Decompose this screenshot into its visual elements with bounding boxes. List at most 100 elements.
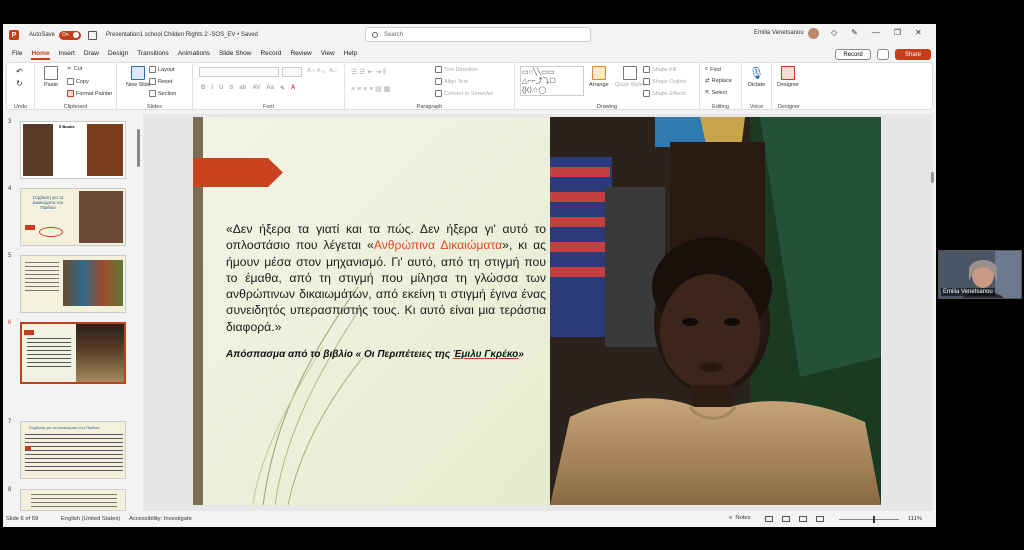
arrange-button[interactable]: Arrange (589, 66, 609, 88)
zoom-level[interactable]: 111% (908, 516, 922, 522)
ribbon-group-voice: 🎙 Dictate Voice (742, 63, 772, 111)
language-indicator[interactable]: English (United States) (61, 516, 120, 522)
tab-view[interactable]: View (321, 46, 335, 61)
slide-quote-text[interactable]: «Δεν ήξερα τα γιατί και τα πώς. Δεν ήξερ… (226, 221, 546, 335)
shape-outline-button[interactable]: Shape Outline (643, 78, 687, 85)
slide-thumbnail-7[interactable]: Σύμβαση για τα Δικαιώματα του Παιδιού (20, 421, 126, 479)
tab-insert[interactable]: Insert (59, 46, 75, 61)
zoom-slider[interactable] (839, 519, 899, 520)
save-icon[interactable] (88, 30, 98, 40)
slide-arrow-shape (193, 158, 283, 187)
tab-help[interactable]: Help (344, 46, 357, 61)
smartart-button[interactable]: Convert to SmartArt (435, 90, 493, 97)
shape-fill-button[interactable]: Shape Fill (643, 66, 676, 73)
change-case-button[interactable]: Aa (266, 85, 274, 92)
find-button[interactable]: ⌕ Find (705, 66, 721, 73)
minimize-icon[interactable]: — (872, 28, 880, 37)
slide-thumbnail-5[interactable] (20, 255, 126, 313)
normal-view-icon[interactable] (765, 516, 773, 522)
search-box[interactable]: Search (365, 27, 591, 42)
child-photo[interactable] (550, 117, 881, 505)
autosave-toggle[interactable]: On (59, 30, 82, 40)
search-icon (372, 31, 378, 38)
copy-button[interactable]: Copy (67, 78, 89, 85)
close-icon[interactable]: ✕ (915, 28, 922, 37)
shape-effects-button[interactable]: Shape Effects (643, 90, 686, 97)
diamond-icon[interactable]: ◇ (831, 28, 837, 37)
tab-slide-show[interactable]: Slide Show (219, 46, 252, 61)
zoom-slider-knob[interactable] (873, 516, 875, 523)
ribbon-group-editing: ⌕ Find ⇄ Replace ⇱ Select Editing (700, 63, 742, 111)
format-painter-button[interactable]: Format Painter (67, 90, 112, 97)
slideshow-icon[interactable] (816, 516, 824, 522)
tab-home[interactable]: Home (31, 46, 50, 61)
reading-view-icon[interactable] (799, 516, 807, 522)
slide-sorter-icon[interactable] (782, 516, 790, 522)
text-direction-icon (435, 66, 442, 73)
tab-review[interactable]: Review (290, 46, 311, 61)
arrange-icon (591, 66, 606, 80)
thumbnail-scrollbar[interactable] (137, 129, 140, 167)
effects-icon (643, 90, 650, 97)
current-slide[interactable]: «Δεν ήξερα τα γιατί και τα πώς. Δεν ήξερ… (193, 117, 881, 505)
font-grow-icon[interactable]: A ^ Av (307, 68, 325, 74)
strikethrough-button[interactable]: S (229, 85, 233, 92)
restore-icon[interactable]: ❐ (894, 28, 901, 37)
underline-button[interactable]: U (219, 85, 223, 92)
cut-button[interactable]: ✂ Cut (67, 66, 82, 72)
dictate-button[interactable]: 🎙 Dictate (748, 66, 765, 88)
align-icon[interactable]: ≡ ≡ ≡ ≡ ▤ ▦ (351, 85, 390, 93)
mouse-cursor-icon (733, 393, 742, 402)
avatar[interactable] (808, 28, 819, 39)
document-title[interactable]: Presentation1 school Childen Rights 2 -S… (106, 32, 258, 38)
notes-button[interactable]: ≡ Notes (729, 515, 751, 521)
pen-icon[interactable]: ✎ (851, 28, 858, 37)
quick-styles-button[interactable]: Quick Styles (615, 66, 646, 88)
redo-icon[interactable]: ↻ (16, 79, 23, 88)
notes-icon: ≡ (729, 515, 733, 521)
slide-thumbnail-3[interactable]: 5 Books (20, 121, 126, 179)
italic-button[interactable]: I (211, 85, 213, 92)
designer-button[interactable]: Designer (777, 66, 799, 88)
align-text-button[interactable]: Align Text (435, 78, 468, 85)
replace-icon: ⇄ (705, 78, 710, 84)
font-name-box[interactable] (199, 67, 279, 77)
replace-button[interactable]: ⇄ Replace (705, 78, 732, 84)
undo-icon[interactable]: ↶ (16, 67, 23, 76)
slide-thumbnail-6[interactable] (20, 322, 126, 384)
slide-thumbnail-4[interactable]: Σύμβαση για τα Δικαιώματα του Παιδιού (20, 188, 126, 246)
comments-button[interactable] (877, 49, 889, 60)
subscript-button[interactable]: ab (239, 85, 246, 92)
scissors-icon: ✂ (67, 66, 72, 72)
accessibility-status[interactable]: Accessibility: Investigate (129, 516, 192, 522)
record-button[interactable]: Record (835, 49, 871, 60)
paste-button[interactable]: Paste (44, 66, 58, 88)
select-button[interactable]: ⇱ Select (705, 90, 727, 96)
tab-draw[interactable]: Draw (84, 46, 99, 61)
new-slide-button[interactable]: New Slide (126, 66, 151, 88)
bullets-icon[interactable]: ☰ ☰ ⇤ ⇥ ‖ (351, 68, 386, 76)
canvas-scrollbar[interactable] (931, 172, 934, 183)
reset-button[interactable]: Reset (149, 78, 172, 85)
section-button[interactable]: Section (149, 90, 176, 97)
font-size-box[interactable] (282, 67, 302, 77)
share-button[interactable]: Share (895, 49, 931, 60)
layout-button[interactable]: Layout (149, 66, 175, 73)
participant-video-tile[interactable]: Emilia Venetsanou (938, 250, 1022, 299)
slide-thumbnail-8[interactable] (20, 489, 126, 511)
shapes-gallery[interactable]: ▭○╲╲▭▭ △⌐⌐⤴⤵☐ {}⟨⟩☆◯ (520, 66, 584, 96)
slide-source-caption[interactable]: Απόσπασμα από το βιβλίο « Οι Περιπέτειες… (226, 348, 546, 361)
char-spacing-button[interactable]: AV (252, 85, 260, 92)
font-color-icon[interactable]: A (291, 85, 295, 92)
tab-file[interactable]: File (12, 46, 22, 61)
clear-format-icon[interactable]: A⃠ (329, 68, 337, 74)
user-name[interactable]: Emilia Venetsanou (754, 30, 804, 36)
bold-button[interactable]: B (201, 85, 205, 92)
tab-transitions[interactable]: Transitions (137, 46, 169, 61)
tab-design[interactable]: Design (108, 46, 128, 61)
tab-record[interactable]: Record (260, 46, 281, 61)
tab-animations[interactable]: Animations (178, 46, 210, 61)
highlight-icon[interactable]: ✎ (280, 85, 285, 92)
align-text-icon (435, 78, 442, 85)
text-direction-button[interactable]: Text Direction (435, 66, 477, 73)
